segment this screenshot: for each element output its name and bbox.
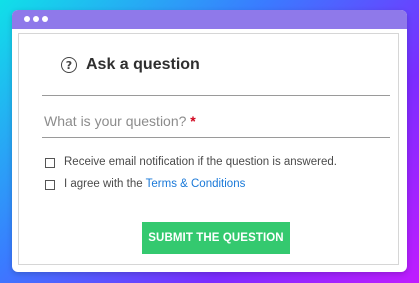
window-controls — [24, 16, 48, 22]
panel-header: ? Ask a question — [61, 57, 200, 73]
email-notification-label: Receive email notification if the questi… — [64, 156, 337, 168]
window-dot-icon — [33, 16, 39, 22]
email-notification-checkbox[interactable] — [45, 157, 55, 168]
submit-question-button[interactable]: SUBMIT THE QUESTION — [142, 222, 290, 254]
question-placeholder: What is your question? — [44, 113, 187, 129]
question-circle-icon: ? — [61, 57, 77, 73]
ask-question-panel: ? Ask a question What is your question? … — [18, 33, 399, 265]
window-dot-icon — [42, 16, 48, 22]
required-asterisk: * — [190, 113, 196, 129]
window-titlebar — [12, 10, 407, 29]
terms-link[interactable]: Terms & Conditions — [146, 178, 246, 191]
terms-label: I agree with the — [64, 178, 143, 190]
email-notification-option[interactable]: Receive email notification if the questi… — [45, 156, 337, 169]
question-input[interactable]: What is your question? * — [44, 114, 196, 128]
question-underline — [42, 137, 390, 138]
window-dot-icon — [24, 16, 30, 22]
header-divider — [42, 95, 390, 96]
browser-window: ? Ask a question What is your question? … — [12, 10, 407, 272]
terms-checkbox[interactable] — [45, 179, 55, 190]
terms-option[interactable]: I agree with the Terms & Conditions — [45, 178, 246, 191]
panel-title: Ask a question — [86, 56, 200, 73]
